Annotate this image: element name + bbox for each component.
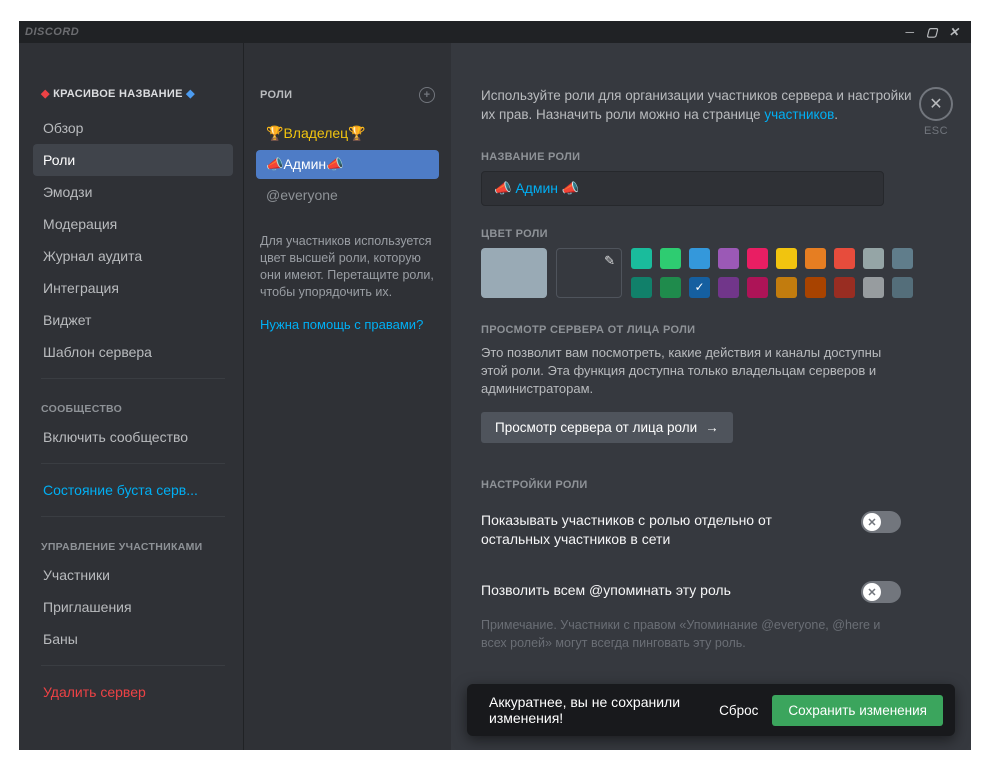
unsaved-changes-bar: Аккуратнее, вы не сохранили изменения! С… — [467, 684, 955, 736]
sidebar-item-enable-community[interactable]: Включить сообщество — [33, 421, 233, 453]
maximize-button[interactable]: ▢ — [921, 21, 943, 43]
roles-top-hint: Используйте роли для организации участни… — [481, 87, 919, 125]
members-page-link[interactable]: участников — [764, 107, 834, 122]
roles-header: РОЛИ — [260, 89, 292, 101]
sidebar-item-bans[interactable]: Баны — [33, 623, 233, 655]
sidebar-item-boost-status[interactable]: Состояние буста серв... — [33, 474, 233, 506]
color-swatch[interactable] — [631, 277, 652, 298]
toggle-knob-off: ✕ — [863, 513, 881, 531]
color-swatch-grid: ✓ — [631, 248, 913, 298]
color-swatch[interactable] — [660, 277, 681, 298]
view-as-role-button[interactable]: Просмотр сервера от лица роли → — [481, 412, 733, 443]
server-name-header: ◆ КРАСИВОЕ НАЗВАНИЕ ◆ — [33, 87, 233, 100]
toggle-mentionable-label: Позволить всем @упоминать эту роль — [481, 581, 839, 600]
color-swatch[interactable] — [660, 248, 681, 269]
sidebar-item-delete-server[interactable]: Удалить сервер — [33, 676, 233, 708]
sidebar-item-audit-log[interactable]: Журнал аудита — [33, 240, 233, 272]
close-icon: ✕ — [919, 87, 953, 121]
toggle-mentionable-sub: Примечание. Участники с правом «Упоминан… — [481, 617, 901, 652]
color-swatch[interactable] — [747, 277, 768, 298]
color-swatch-selected[interactable]: ✓ — [689, 277, 710, 298]
sidebar-item-overview[interactable]: Обзор — [33, 112, 233, 144]
reset-button[interactable]: Сброс — [705, 695, 772, 726]
app-title: DISCORD — [25, 26, 79, 38]
toggle-hoist[interactable]: ✕ — [861, 511, 901, 533]
role-name-label: НАЗВАНИЕ РОЛИ — [481, 151, 919, 163]
arrow-right-icon: → — [705, 420, 719, 435]
color-swatch[interactable] — [631, 248, 652, 269]
sidebar-item-widget[interactable]: Виджет — [33, 304, 233, 336]
save-button[interactable]: Сохранить изменения — [772, 695, 943, 726]
pencil-icon: ✎ — [604, 253, 615, 269]
title-bar: DISCORD ─ ▢ ✕ — [19, 21, 971, 43]
role-color-label: ЦВЕТ РОЛИ — [481, 228, 919, 240]
color-swatch[interactable] — [892, 277, 913, 298]
color-swatch[interactable] — [892, 248, 913, 269]
role-item-everyone[interactable]: @everyone — [256, 181, 439, 209]
roles-reorder-hint: Для участников используется цвет высшей … — [256, 233, 439, 301]
toggle-mentionable[interactable]: ✕ — [861, 581, 901, 603]
color-swatch[interactable] — [776, 248, 797, 269]
sidebar-item-integrations[interactable]: Интеграция — [33, 272, 233, 304]
color-default-swatch[interactable] — [481, 248, 547, 298]
color-swatch[interactable] — [718, 248, 739, 269]
roles-list-column: РОЛИ + 🏆Владелец🏆 📣Админ📣 @everyone Для … — [243, 43, 451, 750]
role-item-admin[interactable]: 📣Админ📣 — [256, 150, 439, 179]
color-swatch[interactable] — [834, 277, 855, 298]
color-swatch[interactable] — [805, 277, 826, 298]
view-as-role-label: ПРОСМОТР СЕРВЕРА ОТ ЛИЦА РОЛИ — [481, 324, 919, 336]
color-swatch[interactable] — [718, 277, 739, 298]
toggle-knob-off: ✕ — [863, 583, 881, 601]
unsaved-msg: Аккуратнее, вы не сохранили изменения! — [489, 694, 705, 726]
sidebar-item-members[interactable]: Участники — [33, 559, 233, 591]
view-as-role-desc: Это позволит вам посмотреть, какие дейст… — [481, 344, 901, 399]
sidebar-item-emoji[interactable]: Эмодзи — [33, 176, 233, 208]
color-swatch[interactable] — [747, 248, 768, 269]
sidebar-item-moderation[interactable]: Модерация — [33, 208, 233, 240]
color-swatch[interactable] — [805, 248, 826, 269]
main-content: ✕ ESC Используйте роли для организации у… — [451, 43, 971, 750]
color-swatch[interactable] — [689, 248, 710, 269]
minimize-button[interactable]: ─ — [899, 21, 921, 43]
add-role-button[interactable]: + — [419, 87, 435, 103]
settings-sidebar: ◆ КРАСИВОЕ НАЗВАНИЕ ◆ Обзор Роли Эмодзи … — [19, 43, 243, 750]
sidebar-item-roles[interactable]: Роли — [33, 144, 233, 176]
sidebar-item-server-template[interactable]: Шаблон сервера — [33, 336, 233, 368]
role-item-owner[interactable]: 🏆Владелец🏆 — [256, 119, 439, 148]
sidebar-cat-community: СООБЩЕСТВО — [33, 389, 233, 421]
toggle-hoist-label: Показывать участников с ролью отдельно о… — [481, 511, 839, 549]
color-swatch[interactable] — [776, 277, 797, 298]
sidebar-cat-member-mgmt: УПРАВЛЕНИЕ УЧАСТНИКАМИ — [33, 527, 233, 559]
sidebar-item-invites[interactable]: Приглашения — [33, 591, 233, 623]
close-button[interactable]: ✕ — [943, 21, 965, 43]
color-swatch[interactable] — [834, 248, 855, 269]
role-name-input[interactable]: 📣 Админ 📣 — [481, 171, 884, 206]
color-swatch[interactable] — [863, 277, 884, 298]
roles-help-link[interactable]: Нужна помощь с правами? — [256, 317, 439, 332]
close-settings-button[interactable]: ✕ ESC — [919, 87, 953, 137]
role-settings-label: НАСТРОЙКИ РОЛИ — [481, 479, 919, 491]
color-swatch[interactable] — [863, 248, 884, 269]
color-picker-button[interactable]: ✎ — [556, 248, 622, 298]
